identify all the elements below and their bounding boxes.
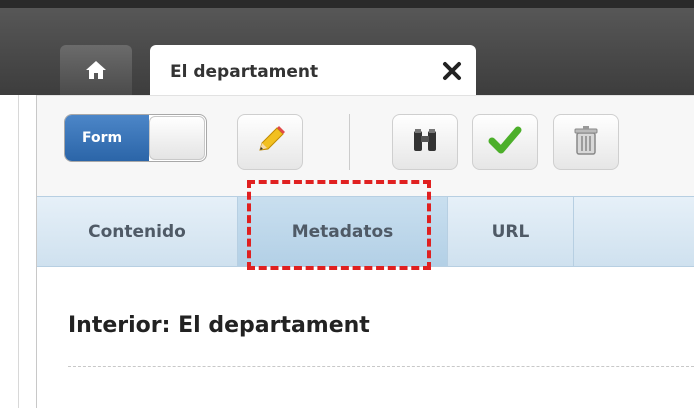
tab-metadatos[interactable]: Metadatos <box>238 197 448 266</box>
toolbar: Form <box>37 95 694 197</box>
tab-metadatos-label: Metadatos <box>291 221 394 242</box>
document-tab-title: El departament <box>170 62 319 82</box>
toolbar-separator <box>349 114 350 170</box>
form-toggle[interactable]: Form <box>64 114 207 162</box>
approve-button[interactable] <box>472 114 538 170</box>
delete-button[interactable] <box>553 114 619 170</box>
subtabs-bar: Contenido Metadatos URL <box>37 196 694 267</box>
home-tab[interactable] <box>60 45 132 97</box>
title-divider <box>68 366 694 367</box>
page-title: Interior: El departament <box>68 313 370 338</box>
edit-button[interactable] <box>237 114 303 170</box>
tab-contenido-label: Contenido <box>88 221 186 242</box>
close-icon[interactable] <box>442 61 462 81</box>
trash-icon <box>568 122 604 162</box>
tab-url-label: URL <box>491 221 530 242</box>
left-frame <box>0 95 37 408</box>
form-toggle-label: Form <box>65 115 149 161</box>
tab-url[interactable]: URL <box>448 197 574 266</box>
binoculars-icon <box>407 122 443 162</box>
form-toggle-knob[interactable] <box>149 116 205 160</box>
window-top-bar <box>0 0 694 8</box>
search-button[interactable] <box>392 114 458 170</box>
document-tab[interactable]: El departament <box>150 45 476 97</box>
checkmark-icon <box>487 122 523 162</box>
home-icon <box>84 59 108 85</box>
pencil-icon <box>252 122 288 162</box>
tab-contenido[interactable]: Contenido <box>37 197 238 266</box>
